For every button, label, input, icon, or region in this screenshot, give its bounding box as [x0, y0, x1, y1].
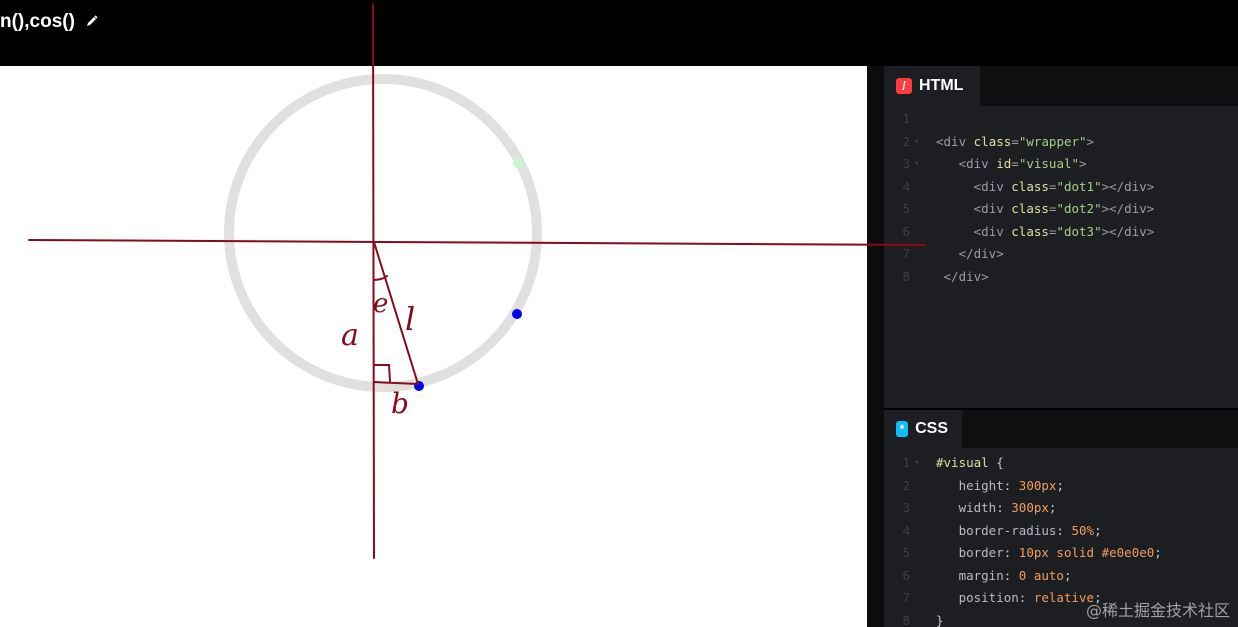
code-text: <div class="dot3"></div>	[973, 223, 1155, 239]
code-text: </div>	[958, 246, 1004, 261]
code-text: </div>	[943, 268, 989, 284]
code-text: <div id="visual">	[958, 156, 1087, 171]
line-number: 4	[902, 522, 910, 538]
watermark: @稀土掘金技术社区	[1085, 601, 1230, 620]
line-number: 7	[902, 246, 910, 261]
tab-css-label: CSS	[915, 420, 948, 437]
line-number: 4	[902, 178, 910, 194]
top-bar: n(),cos()	[0, 0, 1238, 66]
line-number: 3	[902, 156, 910, 171]
pen-title[interactable]: n(),cos()	[0, 11, 98, 33]
line-number: 1	[902, 455, 910, 470]
css-icon: *	[896, 421, 909, 437]
code-line[interactable]: 3 width: 300px;	[884, 497, 1238, 520]
line-number: 2	[902, 477, 910, 493]
line-number: 1	[902, 111, 910, 126]
code-line[interactable]: 6 <div class="dot3"></div>	[884, 221, 1238, 244]
fold-icon[interactable]: ▾	[914, 131, 919, 154]
code-line[interactable]: 7 </div>	[884, 243, 1238, 266]
code-text: #visual {	[936, 455, 1004, 470]
fold-icon[interactable]: ▾	[914, 452, 919, 475]
code-text: }	[936, 612, 944, 627]
css-editor: * CSS 1 ▾ #visual {2 height: 300px; 3 width…	[884, 410, 1238, 627]
code-text: <div class="wrapper">	[936, 133, 1095, 149]
code-line[interactable]: 5 <div class="dot2"></div>	[884, 198, 1238, 221]
code-text: border-radius: 50%;	[958, 522, 1102, 538]
pencil-icon[interactable]	[86, 11, 98, 33]
line-number: 7	[902, 590, 910, 605]
code-text: position: relative;	[958, 590, 1102, 605]
preview-pane	[0, 66, 867, 627]
dot1	[513, 158, 523, 168]
code-text: margin: 0 auto;	[958, 567, 1072, 583]
line-number: 6	[902, 223, 910, 239]
html-icon: /	[896, 78, 912, 94]
code-line[interactable]: 1	[884, 108, 1238, 131]
code-line[interactable]: 6 margin: 0 auto;	[884, 565, 1238, 588]
panel-divider[interactable]	[867, 66, 884, 627]
line-number: 8	[902, 612, 910, 627]
code-line[interactable]: 3 ▾ <div id="visual">	[884, 153, 1238, 176]
code-line[interactable]: 1 ▾ #visual {	[884, 452, 1238, 475]
css-tab-bar: * CSS	[884, 410, 1238, 448]
code-line[interactable]: 2 ▾ <div class="wrapper">	[884, 131, 1238, 154]
html-code[interactable]: 1 2 ▾ <div class="wrapper"> 3 ▾ <div id="visu…	[884, 108, 1238, 288]
code-text: height: 300px;	[958, 477, 1064, 493]
code-line[interactable]: 8 </div>	[884, 266, 1238, 289]
html-tab-bar: / HTML	[884, 66, 1238, 106]
line-number: 2	[902, 133, 910, 149]
code-text: width: 300px;	[958, 500, 1057, 515]
line-number: 5	[902, 545, 910, 560]
dot3	[414, 381, 424, 391]
code-text: border: 10px solid #e0e0e0;	[958, 545, 1162, 560]
code-line[interactable]: 4 <div class="dot1"></div>	[884, 176, 1238, 199]
tab-html-label: HTML	[919, 77, 964, 94]
line-number: 5	[902, 201, 910, 216]
tab-css[interactable]: * CSS	[884, 410, 962, 448]
code-line[interactable]: 2 height: 300px;	[884, 475, 1238, 498]
code-text: <div class="dot1"></div>	[973, 178, 1155, 194]
pen-title-text: n(),cos()	[0, 11, 75, 33]
line-number: 3	[902, 500, 910, 515]
line-number: 8	[902, 268, 910, 284]
line-number: 6	[902, 567, 910, 583]
code-text: <div class="dot2"></div>	[973, 201, 1155, 216]
dot2	[512, 309, 522, 319]
tab-html[interactable]: / HTML	[884, 66, 980, 106]
code-line[interactable]: 4 border-radius: 50%;	[884, 520, 1238, 543]
html-editor: / HTML 1 2 ▾ <div class="wrapper"> 3 ▾ <div i…	[884, 66, 1238, 408]
visual-circle	[224, 74, 542, 392]
code-line[interactable]: 5 border: 10px solid #e0e0e0;	[884, 542, 1238, 565]
fold-icon[interactable]: ▾	[914, 153, 919, 176]
